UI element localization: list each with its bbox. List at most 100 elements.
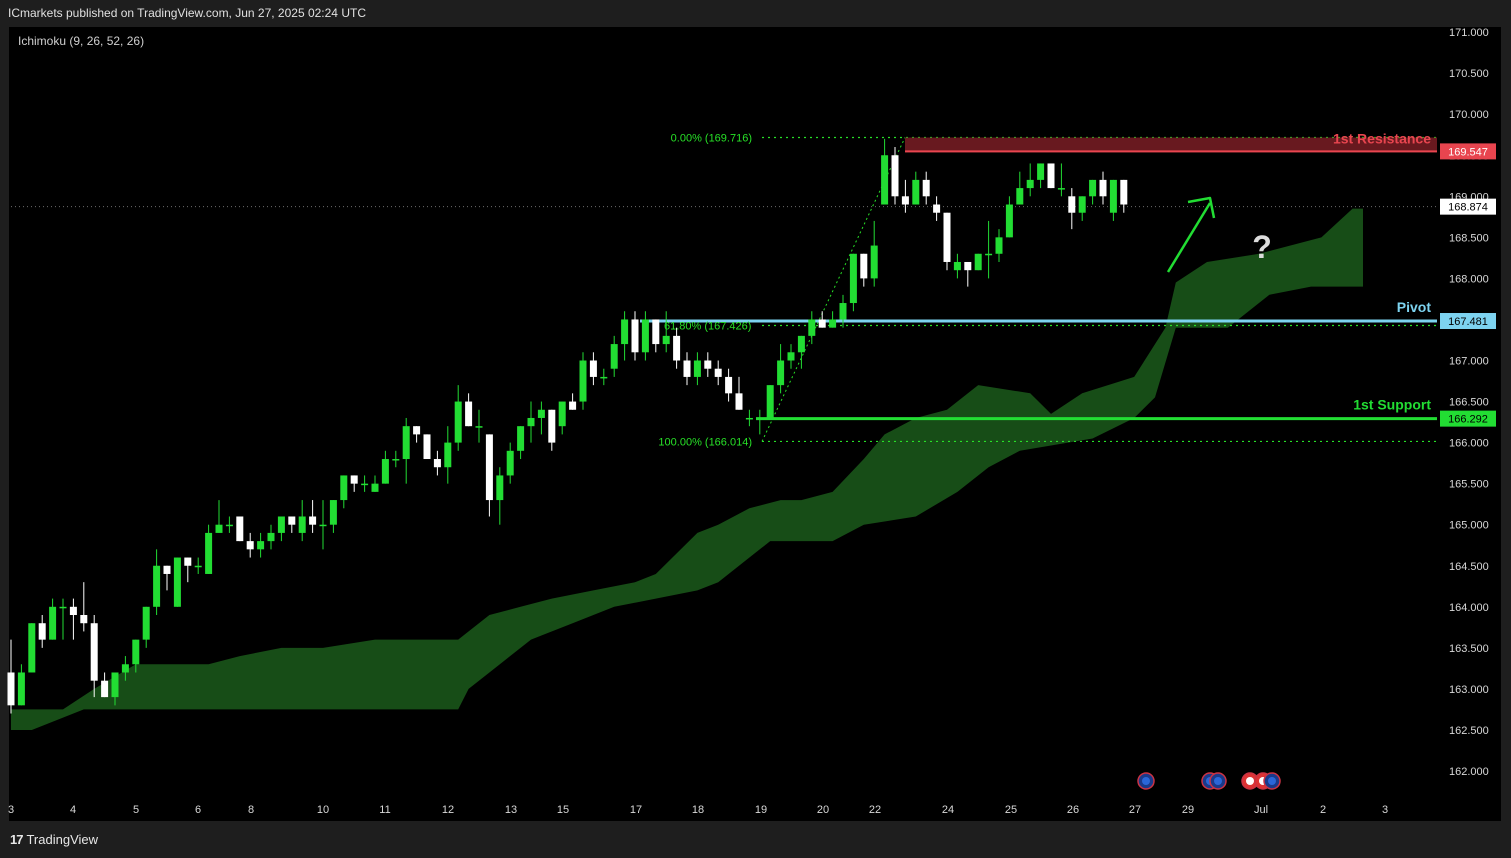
x-tick-label: 22 — [869, 804, 881, 816]
candle-body — [371, 483, 379, 492]
candle-body — [433, 459, 441, 468]
arrow-head-icon — [1187, 196, 1216, 219]
x-tick-label: 11 — [379, 804, 390, 816]
candle-body — [1120, 179, 1128, 205]
x-tick-label: 4 — [70, 804, 76, 816]
support-label: 1st Support — [1353, 397, 1431, 413]
candle-body — [922, 179, 930, 197]
candle-body — [465, 401, 473, 427]
x-tick-label: 17 — [630, 804, 642, 816]
tradingview-brand[interactable]: 17 TradingView — [10, 832, 98, 847]
candle-body — [964, 261, 972, 271]
candle-body — [319, 524, 327, 527]
event-icon-core — [1268, 777, 1276, 785]
candle-body — [7, 672, 15, 706]
candle-body — [1109, 179, 1117, 213]
candle-body — [392, 459, 400, 461]
x-tick-label: 2 — [1320, 804, 1326, 816]
current-price-tag-label: 168.874 — [1448, 202, 1488, 214]
candle-body — [101, 680, 109, 698]
candle-body — [132, 639, 140, 665]
candle-body — [621, 319, 629, 345]
candle-body — [985, 253, 993, 256]
candle-body — [173, 557, 181, 607]
candle-body — [28, 623, 36, 673]
candle-body — [1016, 188, 1024, 205]
candle-body — [309, 516, 317, 525]
y-tick-label: 170.500 — [1449, 68, 1489, 80]
pivot-price-tag-label: 167.481 — [1448, 316, 1488, 328]
candle-body — [901, 196, 909, 205]
y-tick-label: 171.000 — [1449, 27, 1489, 39]
candle-body — [80, 615, 88, 624]
event-icon-core — [1142, 777, 1150, 785]
candle-body — [205, 532, 213, 574]
projection-arrow-icon — [1166, 202, 1212, 273]
candle-body — [1047, 163, 1055, 189]
candle-body — [745, 417, 753, 420]
candle-body — [257, 541, 265, 550]
candle-body — [163, 565, 171, 574]
candle-body — [277, 516, 285, 533]
question-mark-icon: ? — [1252, 229, 1272, 265]
candle-body — [631, 319, 639, 353]
candle-body — [766, 385, 774, 418]
y-tick-label: 168.500 — [1449, 232, 1489, 244]
candle-body — [829, 319, 837, 328]
x-tick-label: Jul — [1254, 804, 1268, 816]
x-tick-label: 15 — [557, 804, 569, 816]
candle-body — [444, 442, 452, 468]
candle-body — [849, 253, 857, 304]
y-tick-label: 166.500 — [1449, 397, 1489, 409]
candle-body — [1089, 179, 1097, 197]
indicator-label: Ichimoku (9, 26, 52, 26) — [18, 34, 145, 48]
y-tick-label: 163.500 — [1449, 643, 1489, 655]
candle-body — [340, 475, 348, 501]
candle-body — [953, 261, 961, 271]
candle-body — [225, 524, 233, 527]
y-tick-label: 165.000 — [1449, 520, 1489, 532]
candlestick-chart[interactable]: 0.00% (169.716) 100.00% (166.014) 61.80% (… — [0, 0, 1511, 858]
y-tick-label: 167.000 — [1449, 356, 1489, 368]
x-tick-label: 5 — [133, 804, 139, 816]
candle-body — [329, 500, 337, 525]
candle-body — [610, 344, 618, 369]
event-icon-core — [1246, 777, 1254, 785]
x-tick-label: 10 — [317, 804, 329, 816]
x-tick-label: 12 — [442, 804, 454, 816]
candle-body — [870, 245, 878, 279]
candle-body — [725, 376, 733, 394]
candle-body — [298, 516, 306, 533]
x-tick-label: 29 — [1182, 804, 1194, 816]
candle-body — [912, 179, 920, 205]
candle-body — [1005, 204, 1013, 238]
y-tick-label: 170.000 — [1449, 109, 1489, 121]
candle-body — [215, 524, 223, 533]
candle-body — [454, 401, 462, 443]
candle-body — [111, 672, 119, 698]
candle-body — [49, 606, 57, 640]
fib-label: 0.00% (169.716) — [671, 133, 752, 145]
candle-body — [184, 557, 192, 566]
candle-body — [475, 426, 483, 428]
candle-body — [17, 672, 25, 706]
y-tick-label: 163.000 — [1449, 684, 1489, 696]
pivot-label: Pivot — [1397, 299, 1432, 315]
tradingview-logo-icon: 17 — [10, 832, 24, 847]
candle-body — [589, 360, 597, 377]
fib-label: 100.00% (166.014) — [658, 436, 752, 448]
candle-body — [413, 426, 421, 435]
candle-body — [777, 360, 785, 386]
candle-body — [288, 516, 296, 525]
candle-body — [361, 483, 369, 486]
candle-body — [350, 475, 358, 484]
candle-body — [59, 606, 67, 609]
candle-body — [787, 352, 795, 361]
x-tick-label: 18 — [692, 804, 704, 816]
candle-body — [974, 253, 982, 271]
candle-body — [995, 237, 1003, 254]
x-tick-label: 13 — [505, 804, 517, 816]
candle-body — [704, 360, 712, 369]
candle-body — [1099, 179, 1107, 197]
candle-body — [548, 409, 556, 443]
